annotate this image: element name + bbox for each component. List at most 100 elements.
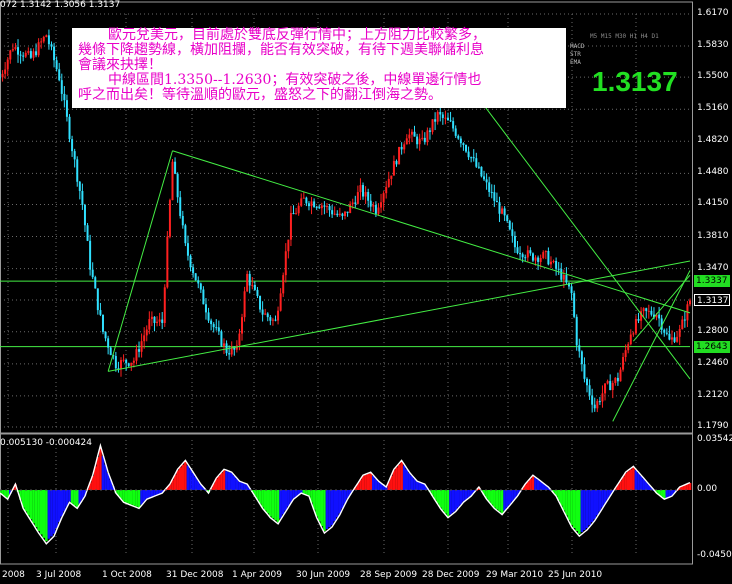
candle-body — [570, 286, 573, 294]
candle-body — [428, 130, 431, 132]
candle-body — [307, 203, 310, 207]
candle-body — [354, 202, 357, 204]
candle-body — [537, 257, 540, 262]
histogram-bar — [230, 473, 234, 490]
ohlc-readout: 072 1.3142 1.3056 1.3137 — [0, 0, 121, 10]
histogram-bar — [665, 490, 669, 498]
candle-body — [89, 240, 92, 270]
candle-body — [101, 314, 104, 332]
histogram-bar — [624, 473, 627, 490]
histogram-bar — [420, 483, 424, 490]
candle-body — [333, 213, 336, 215]
candle-body — [616, 377, 619, 382]
trend-line — [107, 150, 173, 372]
candle-body — [71, 139, 74, 152]
annotation-box: 歐元兌美元，目前處於雙底反彈行情中；上方阻力比較繁多， 幾條下降趨勢線，橫加阻攔… — [72, 28, 566, 108]
histogram-bar — [686, 484, 689, 490]
histogram-bar — [27, 490, 30, 516]
histogram-bar — [315, 490, 318, 517]
candle-body — [596, 401, 599, 409]
candle-body — [681, 319, 684, 330]
candle-body — [426, 130, 429, 143]
price-level-tag: 1.2643 — [694, 340, 730, 353]
timeframe-m5[interactable]: M5 — [590, 33, 597, 40]
timeframe-m30[interactable]: M30 — [615, 33, 626, 40]
candle-body — [63, 93, 66, 101]
price-tick-label: 1.3470 — [697, 262, 729, 273]
candle-body — [269, 317, 272, 321]
histogram-bar — [642, 478, 645, 490]
histogram-bar — [662, 490, 666, 499]
candle-body — [246, 273, 249, 292]
histogram-bar — [24, 490, 28, 512]
current-price-display: 1.3137 — [592, 66, 678, 97]
time-tick-label: 1 Oct 2008 — [102, 570, 152, 580]
histogram-bar — [451, 490, 455, 513]
candle-body — [86, 225, 89, 241]
candle-body — [197, 280, 200, 284]
candle-body — [109, 347, 112, 356]
histogram-bar — [47, 490, 51, 539]
candle-body — [465, 144, 468, 152]
histogram-bar — [505, 490, 509, 508]
candle-body — [212, 324, 215, 328]
oscillator-tick-label: -0.045098 — [697, 550, 732, 560]
histogram-bar — [191, 473, 195, 490]
histogram-bar — [580, 490, 584, 532]
histogram-bar — [456, 490, 460, 508]
candle-body — [45, 35, 48, 37]
timeframe-h1[interactable]: H1 — [630, 33, 637, 40]
candle-body — [495, 200, 498, 203]
histogram-bar — [279, 490, 282, 519]
candle-body — [392, 161, 395, 176]
histogram-bar — [366, 474, 370, 490]
candle-body — [385, 186, 388, 194]
timeframe-d1[interactable]: D1 — [652, 33, 659, 40]
candle-body — [591, 395, 594, 405]
candle-body — [436, 111, 439, 122]
candle-body — [575, 316, 578, 346]
histogram-bar — [132, 490, 136, 506]
candle-body — [619, 369, 622, 382]
candle-body — [189, 255, 192, 268]
candle-body — [73, 151, 76, 160]
histogram-bar — [464, 490, 468, 500]
candle-body — [241, 317, 244, 334]
histogram-bar — [52, 490, 56, 534]
histogram-bar — [333, 490, 337, 522]
candle-body — [580, 351, 583, 365]
candle-body — [400, 146, 403, 150]
timeframe-h4[interactable]: H4 — [641, 33, 648, 40]
candle-body — [387, 178, 390, 187]
timeframe-m15[interactable]: M15 — [601, 33, 612, 40]
candle-body — [181, 215, 184, 226]
histogram-bar — [562, 490, 566, 511]
candle-body — [578, 345, 581, 352]
indicator-ema: EMA — [570, 59, 581, 66]
candle-body — [104, 331, 107, 339]
candle-body — [398, 146, 401, 165]
candle-body — [380, 202, 383, 208]
candle-body — [120, 360, 123, 369]
price-tick-label: 1.3810 — [697, 230, 729, 241]
candle-body — [325, 206, 328, 208]
candle-body — [130, 362, 133, 366]
candle-body — [534, 257, 537, 261]
histogram-bar — [511, 490, 514, 502]
histogram-bar — [487, 490, 491, 502]
candle-body — [114, 356, 117, 369]
candle-body — [604, 383, 607, 394]
candle-body — [91, 269, 94, 278]
candle-body — [560, 269, 563, 280]
candle-body — [555, 261, 558, 269]
candle-body — [42, 36, 45, 42]
timeframe-bar[interactable]: M5 M15 M30 H1 H4 D1 — [590, 33, 659, 40]
candle-body — [622, 357, 625, 370]
histogram-bar — [531, 475, 535, 490]
candle-body — [238, 333, 241, 346]
candle-body — [292, 213, 295, 215]
candle-body — [176, 173, 179, 198]
time-tick-label: 1 Apr 2009 — [232, 570, 282, 580]
candle-body — [346, 211, 349, 213]
candle-body — [284, 251, 287, 276]
